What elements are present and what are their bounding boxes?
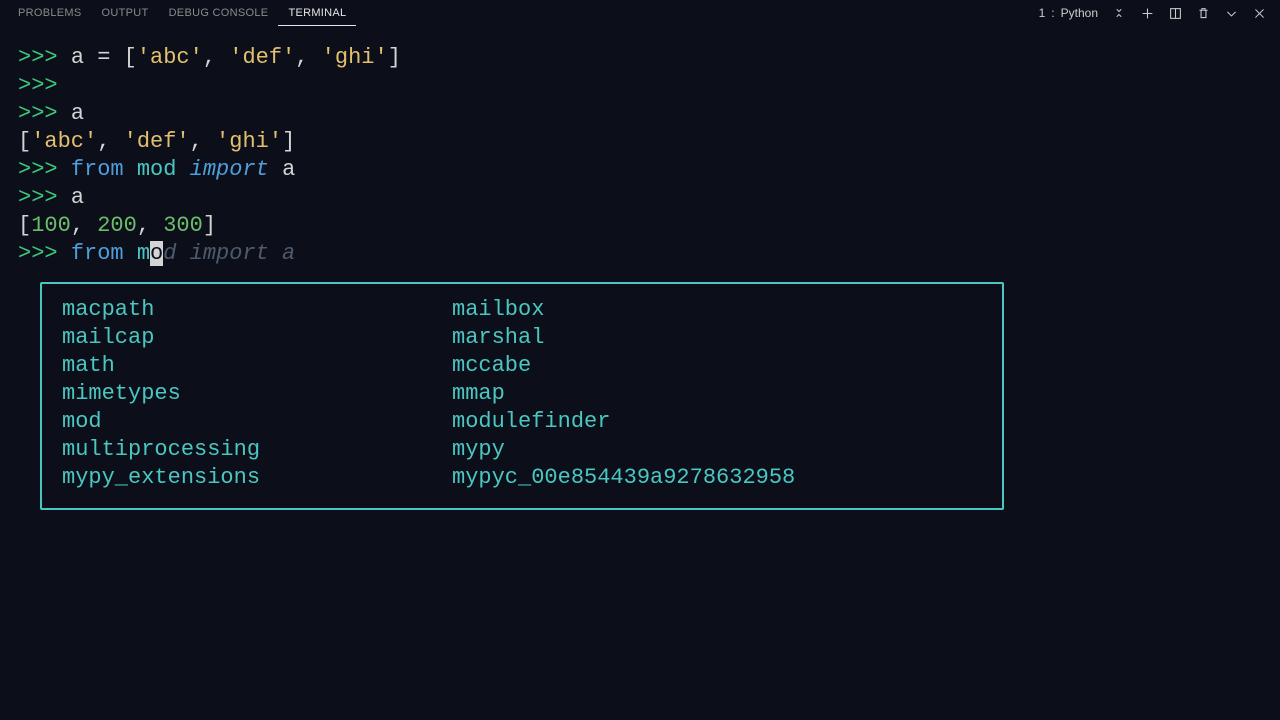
terminal-line: [100, 200, 300]	[18, 212, 1262, 240]
completion-item[interactable]: modulefinder	[452, 408, 795, 436]
session-name: Python	[1061, 6, 1098, 20]
terminal-line: >>> a	[18, 100, 1262, 128]
token-var: ,	[203, 45, 229, 70]
token-var: a	[71, 45, 97, 70]
completion-item[interactable]: mimetypes	[62, 380, 452, 408]
panel-actions: 1: Python	[1039, 6, 1272, 20]
token-var: ]	[388, 45, 401, 70]
sort-icon[interactable]	[1112, 6, 1126, 20]
token-ghost: d import a	[163, 241, 295, 266]
completion-item[interactable]: mypy_extensions	[62, 464, 452, 492]
terminal-line: >>> a = ['abc', 'def', 'ghi']	[18, 44, 1262, 72]
token-str: 'ghi'	[322, 45, 388, 70]
plus-icon[interactable]	[1140, 6, 1154, 20]
token-var: a	[71, 101, 84, 126]
close-icon[interactable]	[1252, 6, 1266, 20]
tab-debug-console[interactable]: DEBUG CONSOLE	[159, 1, 279, 26]
token-op: =	[97, 45, 110, 70]
completion-item[interactable]: marshal	[452, 324, 795, 352]
terminal-line: ['abc', 'def', 'ghi']	[18, 128, 1262, 156]
trash-icon[interactable]	[1196, 6, 1210, 20]
token-str: 'ghi'	[216, 129, 282, 154]
token-var: [	[110, 45, 136, 70]
split-icon[interactable]	[1168, 6, 1182, 20]
completion-item[interactable]: mccabe	[452, 352, 795, 380]
token-var: ]	[203, 213, 216, 238]
prompt: >>>	[18, 45, 71, 70]
terminal-line: >>>	[18, 72, 1262, 100]
token-var: ,	[190, 129, 216, 154]
completion-item[interactable]: multiprocessing	[62, 436, 452, 464]
token-var: ,	[137, 213, 163, 238]
token-var: ]	[282, 129, 295, 154]
token-var: ,	[97, 129, 123, 154]
completion-item[interactable]: mod	[62, 408, 452, 436]
token-var: a	[282, 157, 295, 182]
prompt: >>>	[18, 241, 71, 266]
prompt: >>>	[18, 185, 71, 210]
tab-output[interactable]: OUTPUT	[92, 1, 159, 26]
completion-item[interactable]: mailbox	[452, 296, 795, 324]
prompt: >>>	[18, 73, 71, 98]
terminal-line: >>> from mod import a	[18, 240, 1262, 268]
prompt: >>>	[18, 101, 71, 126]
terminal-line: >>> a	[18, 184, 1262, 212]
token-str: 'def'	[229, 45, 295, 70]
completion-item[interactable]: mypyc_00e854439a9278632958	[452, 464, 795, 492]
completion-item[interactable]: macpath	[62, 296, 452, 324]
token-var: ,	[295, 45, 321, 70]
prompt: >>>	[18, 157, 71, 182]
session-index: 1	[1039, 6, 1046, 20]
token-var	[124, 157, 137, 182]
token-var	[124, 241, 137, 266]
completion-popup: macpathmailcapmathmimetypesmodmultiproce…	[40, 282, 1004, 510]
token-num: 300	[163, 213, 203, 238]
token-kw-i: import	[190, 157, 269, 182]
token-var	[176, 157, 189, 182]
token-id: mod	[137, 157, 177, 182]
token-var: a	[71, 185, 84, 210]
completion-item[interactable]: mmap	[452, 380, 795, 408]
token-kw: from	[71, 241, 124, 266]
token-str: 'abc'	[31, 129, 97, 154]
token-id: m	[137, 241, 150, 266]
chevron-down-icon[interactable]	[1224, 6, 1238, 20]
token-var: [	[18, 213, 31, 238]
token-num: 200	[97, 213, 137, 238]
completion-item[interactable]: mailcap	[62, 324, 452, 352]
completion-item[interactable]: mypy	[452, 436, 795, 464]
token-kw: from	[71, 157, 124, 182]
token-var: ,	[71, 213, 97, 238]
completion-item[interactable]: math	[62, 352, 452, 380]
token-str: 'abc'	[137, 45, 203, 70]
panel-tabbar: PROBLEMSOUTPUTDEBUG CONSOLETERMINAL 1: P…	[0, 0, 1280, 26]
terminal-output[interactable]: >>> a = ['abc', 'def', 'ghi']>>> >>> a['…	[0, 26, 1280, 510]
terminal-session-selector[interactable]: 1: Python	[1039, 6, 1098, 20]
token-num: 100	[31, 213, 71, 238]
token-var: [	[18, 129, 31, 154]
token-str: 'def'	[124, 129, 190, 154]
tab-terminal[interactable]: TERMINAL	[278, 1, 356, 26]
token-var	[269, 157, 282, 182]
token-cursor: o	[150, 241, 163, 266]
tab-problems[interactable]: PROBLEMS	[8, 1, 92, 26]
terminal-line: >>> from mod import a	[18, 156, 1262, 184]
